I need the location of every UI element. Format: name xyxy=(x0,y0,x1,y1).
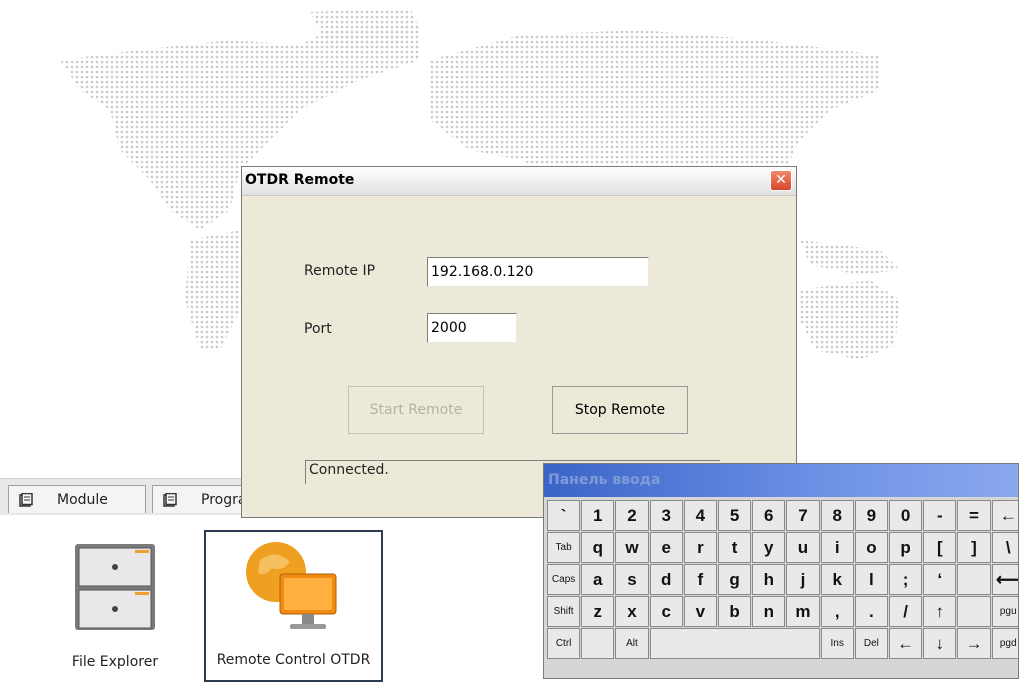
key[interactable]: - xyxy=(923,500,957,531)
key[interactable]: c xyxy=(649,596,683,627)
key[interactable]: l xyxy=(854,564,888,595)
key[interactable]: 4 xyxy=(683,500,717,531)
key[interactable]: b xyxy=(718,596,752,627)
key[interactable] xyxy=(581,628,615,659)
tab-label: Module xyxy=(57,492,108,508)
port-label: Port xyxy=(304,321,332,337)
keyboard-title: Панель ввода xyxy=(548,472,661,488)
key[interactable]: m xyxy=(786,596,820,627)
key[interactable]: v xyxy=(683,596,717,627)
key-space[interactable] xyxy=(649,628,820,659)
key[interactable]: \ xyxy=(991,532,1018,563)
key[interactable]: 7 xyxy=(786,500,820,531)
key[interactable]: ] xyxy=(957,532,991,563)
key[interactable]: d xyxy=(649,564,683,595)
key[interactable]: ↓ xyxy=(923,628,957,659)
program-label: File Explorer xyxy=(71,654,159,670)
key[interactable]: ; xyxy=(889,564,923,595)
key[interactable]: . xyxy=(854,596,888,627)
key[interactable]: Tab xyxy=(547,532,581,563)
tab-module[interactable]: Module xyxy=(8,485,146,513)
tab-icon xyxy=(19,493,33,507)
key[interactable]: w xyxy=(615,532,649,563)
key[interactable]: Del xyxy=(854,628,888,659)
key[interactable]: 2 xyxy=(615,500,649,531)
key[interactable]: 3 xyxy=(649,500,683,531)
program-label: Remote Control OTDR xyxy=(216,652,371,668)
key[interactable]: ↑ xyxy=(923,596,957,627)
key[interactable]: r xyxy=(683,532,717,563)
key[interactable]: 0 xyxy=(889,500,923,531)
key[interactable]: 8 xyxy=(820,500,854,531)
program-file-explorer[interactable]: File Explorer xyxy=(40,530,190,682)
key[interactable]: i xyxy=(820,532,854,563)
key[interactable]: a xyxy=(581,564,615,595)
key[interactable]: s xyxy=(615,564,649,595)
key[interactable] xyxy=(957,564,991,595)
remote-monitor-icon xyxy=(246,542,337,629)
dialog-titlebar[interactable]: OTDR Remote ✕ xyxy=(242,167,796,196)
key[interactable]: j xyxy=(786,564,820,595)
key[interactable]: h xyxy=(752,564,786,595)
tab-programs[interactable]: Progra xyxy=(152,485,252,513)
program-remote-control-otdr[interactable]: Remote Control OTDR xyxy=(204,530,383,682)
close-button[interactable]: ✕ xyxy=(770,170,792,191)
key[interactable]: k xyxy=(820,564,854,595)
key[interactable]: q xyxy=(581,532,615,563)
key[interactable]: pgu xyxy=(991,596,1018,627)
key[interactable] xyxy=(957,596,991,627)
key[interactable]: ← xyxy=(991,500,1018,531)
key[interactable]: o xyxy=(854,532,888,563)
tab-icon xyxy=(163,493,177,507)
key[interactable]: Caps xyxy=(547,564,581,595)
key[interactable]: Alt xyxy=(615,628,649,659)
key[interactable]: ⟵ xyxy=(991,564,1018,595)
key[interactable]: x xyxy=(615,596,649,627)
dialog-title: OTDR Remote xyxy=(245,172,355,188)
key[interactable]: , xyxy=(820,596,854,627)
key[interactable]: 1 xyxy=(581,500,615,531)
close-icon: ✕ xyxy=(775,172,787,188)
key[interactable]: ← xyxy=(889,628,923,659)
keyboard-titlebar[interactable]: Панель ввода xyxy=(544,464,1018,497)
key[interactable]: / xyxy=(889,596,923,627)
key[interactable]: u xyxy=(786,532,820,563)
key[interactable]: n xyxy=(752,596,786,627)
key[interactable]: Ctrl xyxy=(547,628,581,659)
key[interactable]: [ xyxy=(923,532,957,563)
tab-label: Progra xyxy=(201,492,247,508)
key[interactable]: 5 xyxy=(718,500,752,531)
key[interactable]: → xyxy=(957,628,991,659)
key[interactable]: = xyxy=(957,500,991,531)
key[interactable]: Shift xyxy=(547,596,581,627)
port-input[interactable]: 2000 xyxy=(427,313,517,343)
file-cabinet-icon xyxy=(75,544,155,630)
key[interactable]: f xyxy=(683,564,717,595)
stop-remote-button[interactable]: Stop Remote xyxy=(552,386,688,434)
remote-ip-input[interactable]: 192.168.0.120 xyxy=(427,257,649,287)
key[interactable]: Ins xyxy=(820,628,854,659)
key[interactable]: t xyxy=(718,532,752,563)
key[interactable]: 6 xyxy=(752,500,786,531)
key[interactable]: ` xyxy=(547,500,581,531)
start-remote-button[interactable]: Start Remote xyxy=(348,386,484,434)
key[interactable]: z xyxy=(581,596,615,627)
key[interactable]: pgd xyxy=(991,628,1018,659)
key[interactable]: y xyxy=(752,532,786,563)
key[interactable]: p xyxy=(889,532,923,563)
key[interactable]: e xyxy=(649,532,683,563)
key[interactable]: 9 xyxy=(854,500,888,531)
key[interactable]: g xyxy=(718,564,752,595)
remote-ip-label: Remote IP xyxy=(304,263,376,279)
key[interactable]: ‘ xyxy=(923,564,957,595)
on-screen-keyboard: Панель ввода ` 1 2 3 4 5 6 7 8 9 0- = ← Tab q w e r t y u i o p… xyxy=(543,463,1019,679)
